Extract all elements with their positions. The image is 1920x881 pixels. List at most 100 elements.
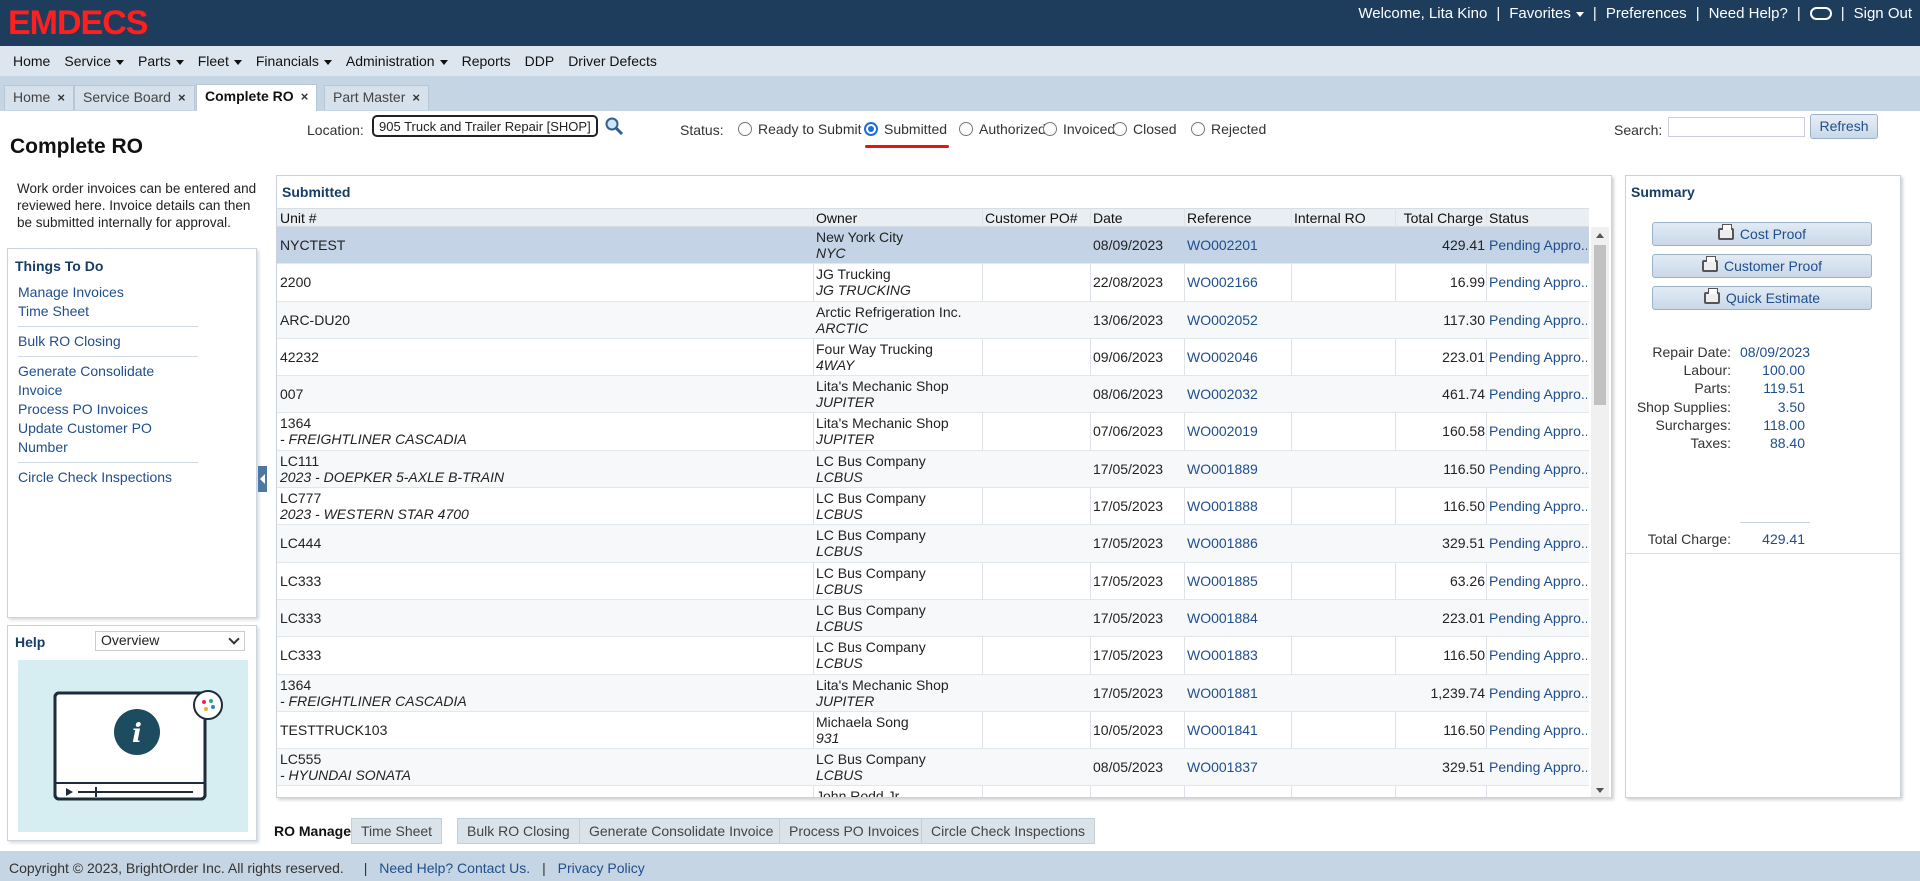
bottom-tab-bulk-ro-closing[interactable]: Bulk RO Closing — [457, 818, 580, 844]
status-radio-ready-to-submit[interactable]: Ready to Submit — [738, 121, 862, 137]
scroll-down-icon[interactable] — [1596, 788, 1604, 793]
tab-complete-ro[interactable]: Complete RO × — [196, 84, 318, 111]
need-help-link[interactable]: Need Help? — [1709, 5, 1788, 22]
reference-link[interactable]: WO002052 — [1187, 312, 1258, 328]
privacy-policy-link[interactable]: Privacy Policy — [558, 860, 645, 876]
status-link[interactable]: Pending Appro... — [1489, 461, 1587, 477]
status-radio-invoiced[interactable]: Invoiced — [1043, 121, 1115, 137]
tab-part-master[interactable]: Part Master × — [324, 85, 429, 110]
column-header-total-charge[interactable]: Total Charge — [1403, 210, 1483, 226]
status-radio-submitted[interactable]: Submitted — [864, 121, 947, 137]
table-row[interactable]: LC777 2023 - WESTERN STAR 4700 LC Bus Comp… — [277, 488, 1589, 526]
status-link[interactable]: Pending Appro... — [1489, 312, 1587, 328]
contact-us-link[interactable]: Need Help? Contact Us. — [379, 860, 530, 876]
collapse-arrow-icon[interactable] — [258, 466, 267, 492]
table-row[interactable]: ARC-DU20 Arctic Refrigeration Inc. ARCTIC 1… — [277, 301, 1589, 339]
table-row[interactable]: LC333 LC Bus Company LCBUS 17/05/2023 WO0018… — [277, 563, 1589, 600]
tab-service-board[interactable]: Service Board × — [74, 85, 195, 110]
status-link[interactable]: Pending Appro... — [1489, 349, 1587, 365]
reference-link[interactable]: WO001837 — [1187, 759, 1258, 775]
status-link[interactable]: Pending Appro... — [1489, 610, 1587, 626]
column-header-owner[interactable]: Owner — [816, 210, 857, 226]
status-link[interactable]: Pending Appro... — [1489, 274, 1587, 290]
column-header-status[interactable]: Status — [1489, 210, 1529, 226]
menu-ddp[interactable]: DDP — [518, 53, 562, 69]
table-row[interactable]: LC111 2023 - DOEPKER 5-AXLE B-TRAIN LC Bus… — [277, 450, 1589, 489]
tab-home[interactable]: Home × — [4, 85, 74, 110]
table-row[interactable]: LC444 LC Bus Company LCBUS 17/05/2023 WO0018… — [277, 525, 1589, 563]
menu-financials[interactable]: Financials — [249, 53, 339, 69]
favorites-menu[interactable]: Favorites — [1509, 5, 1584, 22]
status-link[interactable]: Pending Appro... — [1489, 423, 1587, 439]
reference-link[interactable]: WO001886 — [1187, 535, 1258, 551]
reference-link[interactable]: WO001841 — [1187, 722, 1258, 738]
close-icon[interactable]: × — [412, 90, 420, 105]
location-input[interactable]: 905 Truck and Trailer Repair [SHOP] — [372, 115, 598, 137]
status-link[interactable]: Pending Appro... — [1489, 647, 1587, 663]
column-header-customer-po[interactable]: Customer PO# — [985, 210, 1078, 226]
reference-link[interactable]: WO001883 — [1187, 647, 1258, 663]
status-link[interactable]: Pending Appro... — [1489, 498, 1587, 514]
table-row[interactable]: John Rodd Jr — [277, 786, 1589, 797]
bottom-tab-process-po-invoices[interactable]: Process PO Invoices — [779, 818, 929, 844]
bottom-tab-circle-check-inspections[interactable]: Circle Check Inspections — [921, 818, 1096, 844]
table-row[interactable]: NYCTEST New York City NYC 08/09/2023 WO00220… — [277, 227, 1589, 265]
reference-link[interactable]: WO001881 — [1187, 685, 1258, 701]
menu-service[interactable]: Service — [57, 53, 131, 69]
status-link[interactable]: Pending Appro... — [1489, 685, 1587, 701]
todo-link-update-customer-po-number[interactable]: Update Customer PO Number — [18, 419, 198, 457]
todo-link-circle-check-inspections[interactable]: Circle Check Inspections — [18, 468, 198, 487]
menu-reports[interactable]: Reports — [455, 53, 518, 69]
menu-fleet[interactable]: Fleet — [191, 53, 249, 69]
table-row[interactable]: LC333 LC Bus Company LCBUS 17/05/2023 WO0018… — [277, 637, 1589, 675]
status-link[interactable]: Pending Appro... — [1489, 759, 1587, 775]
reference-link[interactable]: WO002166 — [1187, 274, 1258, 290]
reference-link[interactable]: WO001885 — [1187, 573, 1258, 589]
search-icon[interactable] — [604, 116, 624, 136]
status-link[interactable]: Pending Appro... — [1489, 722, 1587, 738]
menu-home[interactable]: Home — [6, 53, 57, 69]
table-row[interactable]: 2200 JG Trucking JG TRUCKING 22/08/2023 WO00… — [277, 264, 1589, 302]
todo-link-process-po-invoices[interactable]: Process PO Invoices — [18, 400, 198, 419]
menu-parts[interactable]: Parts — [131, 53, 191, 69]
sign-out-link[interactable]: Sign Out — [1854, 5, 1912, 22]
todo-link-time-sheet[interactable]: Time Sheet — [18, 302, 198, 321]
bottom-tab-generate-consolidate-invoice[interactable]: Generate Consolidate Invoice — [579, 818, 784, 844]
reference-link[interactable]: WO001888 — [1187, 498, 1258, 514]
status-link[interactable]: Pending Appro... — [1489, 573, 1587, 589]
help-video-thumbnail[interactable]: i — [18, 660, 248, 832]
scroll-thumb[interactable] — [1594, 245, 1606, 405]
preferences-link[interactable]: Preferences — [1606, 5, 1687, 22]
reference-link[interactable]: WO002032 — [1187, 386, 1258, 402]
bottom-tab-time-sheet[interactable]: Time Sheet — [351, 818, 443, 844]
reference-link[interactable]: WO002046 — [1187, 349, 1258, 365]
cost-proof-button[interactable]: Cost Proof — [1652, 222, 1872, 246]
status-link[interactable]: Pending Appro... — [1489, 237, 1587, 253]
close-icon[interactable]: × — [178, 90, 186, 105]
scroll-up-icon[interactable] — [1596, 233, 1604, 238]
table-row[interactable]: LC555- HYUNDAI SONATA LC Bus Company LCBUS… — [277, 749, 1589, 787]
menu-driver-defects[interactable]: Driver Defects — [561, 53, 664, 69]
search-input[interactable] — [1668, 117, 1805, 137]
table-row[interactable]: 007 Lita's Mechanic Shop JUPITER 08/06/2023… — [277, 376, 1589, 414]
help-topic-select[interactable]: Overview — [95, 631, 245, 651]
refresh-button[interactable]: Refresh — [1810, 114, 1878, 139]
reference-link[interactable]: WO002019 — [1187, 423, 1258, 439]
reference-link[interactable]: WO002201 — [1187, 237, 1258, 253]
grid-scrollbar[interactable] — [1591, 227, 1609, 797]
column-header-internal-ro[interactable]: Internal RO — [1294, 210, 1366, 226]
column-header-date[interactable]: Date — [1093, 210, 1123, 226]
table-row[interactable]: 1364- FREIGHTLINER CASCADIA Lita's Mechan… — [277, 413, 1589, 451]
status-link[interactable]: Pending Appro... — [1489, 386, 1587, 402]
status-radio-closed[interactable]: Closed — [1113, 121, 1177, 137]
close-icon[interactable]: × — [301, 89, 309, 104]
toggle-icon[interactable] — [1809, 7, 1832, 20]
table-row[interactable]: LC333 LC Bus Company LCBUS 17/05/2023 WO0018… — [277, 599, 1589, 638]
todo-link-generate-consolidate-invoice[interactable]: Generate Consolidate Invoice — [18, 362, 198, 400]
column-header-reference[interactable]: Reference — [1187, 210, 1252, 226]
reference-link[interactable]: WO001884 — [1187, 610, 1258, 626]
todo-link-manage-invoices[interactable]: Manage Invoices — [18, 283, 198, 302]
menu-administration[interactable]: Administration — [339, 53, 455, 69]
quick-estimate-button[interactable]: Quick Estimate — [1652, 286, 1872, 310]
close-icon[interactable]: × — [57, 90, 65, 105]
